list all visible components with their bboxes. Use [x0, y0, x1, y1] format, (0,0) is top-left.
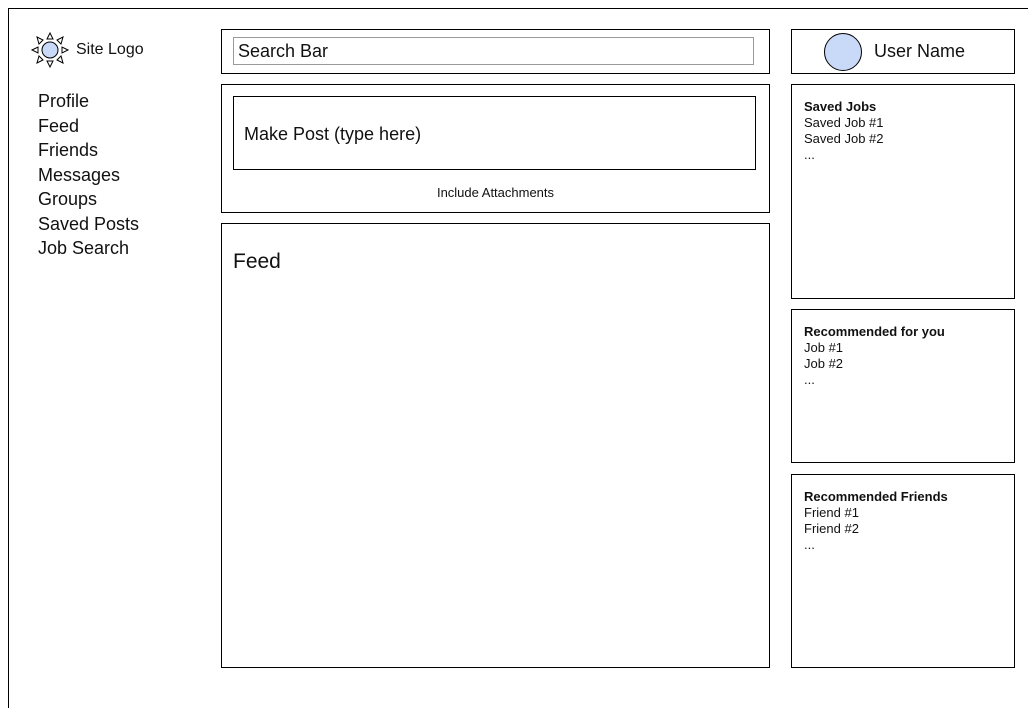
recommended-friend-item[interactable]: Friend #1 [804, 505, 1002, 521]
recommended-friend-item[interactable]: Friend #2 [804, 521, 1002, 537]
user-name[interactable]: User Name [874, 41, 965, 62]
feed-panel [221, 223, 770, 668]
nav-item-feed[interactable]: Feed [38, 114, 139, 139]
saved-job-item[interactable]: Saved Job #1 [804, 115, 1002, 131]
recommended-friends-more: ... [804, 537, 815, 552]
nav-item-friends[interactable]: Friends [38, 138, 139, 163]
site-logo[interactable]: Site Logo [28, 30, 144, 70]
nav-item-profile[interactable]: Profile [38, 89, 139, 114]
sun-icon [30, 31, 70, 69]
recommended-friends-panel: Recommended Friends Friend #1 Friend #2 … [791, 474, 1015, 668]
nav-item-messages[interactable]: Messages [38, 163, 139, 188]
nav-item-job-search[interactable]: Job Search [38, 236, 139, 261]
recommended-job-item[interactable]: Job #1 [804, 340, 1002, 356]
feed-title: Feed [233, 250, 281, 273]
sidebar-nav: Profile Feed Friends Messages Groups Sav… [38, 89, 139, 261]
recommended-jobs-title: Recommended for you [804, 324, 945, 339]
saved-jobs-title: Saved Jobs [804, 99, 877, 114]
recommended-jobs-panel: Recommended for you Job #1 Job #2 ... [791, 309, 1015, 463]
avatar[interactable] [824, 33, 862, 71]
search-input[interactable] [233, 37, 754, 65]
saved-job-item[interactable]: Saved Job #2 [804, 131, 1002, 147]
recommended-friends-title: Recommended Friends [804, 489, 948, 504]
nav-item-saved-posts[interactable]: Saved Posts [38, 212, 139, 237]
saved-jobs-panel: Saved Jobs Saved Job #1 Saved Job #2 ... [791, 84, 1015, 299]
include-attachments-link[interactable]: Include Attachments [221, 185, 770, 200]
recommended-jobs-more: ... [804, 372, 815, 387]
make-post-input[interactable] [233, 96, 756, 170]
site-logo-text: Site Logo [76, 41, 144, 58]
recommended-job-item[interactable]: Job #2 [804, 356, 1002, 372]
nav-item-groups[interactable]: Groups [38, 187, 139, 212]
saved-jobs-more: ... [804, 147, 815, 162]
